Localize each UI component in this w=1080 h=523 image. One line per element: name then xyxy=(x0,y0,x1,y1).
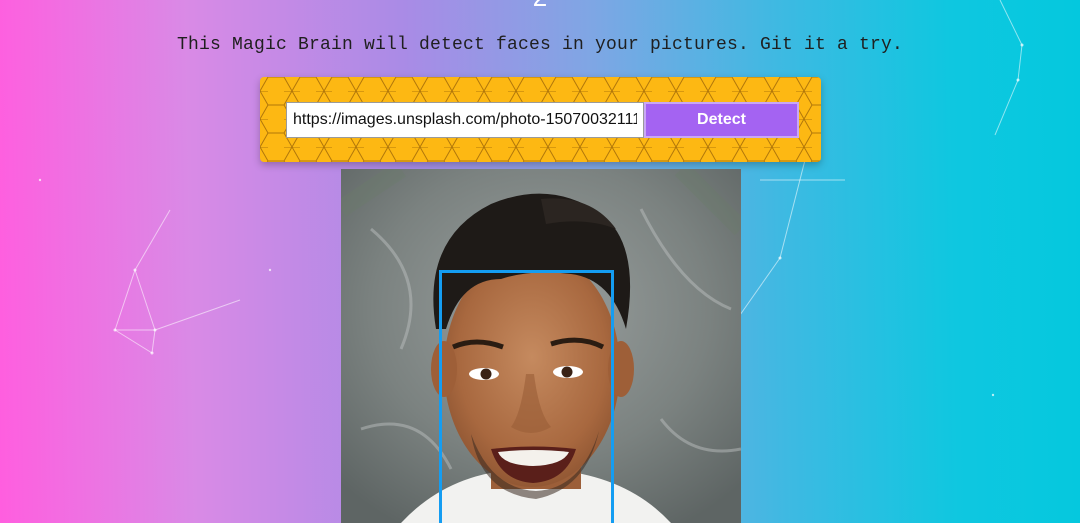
detected-face-image xyxy=(341,169,741,523)
face-bounding-box xyxy=(439,270,614,523)
detect-button[interactable]: Detect xyxy=(644,102,799,138)
image-url-input[interactable] xyxy=(286,102,644,138)
app-tagline: This Magic Brain will detect faces in yo… xyxy=(176,35,904,55)
image-url-form: Detect xyxy=(260,77,821,162)
rank-number: 2 xyxy=(527,0,553,13)
